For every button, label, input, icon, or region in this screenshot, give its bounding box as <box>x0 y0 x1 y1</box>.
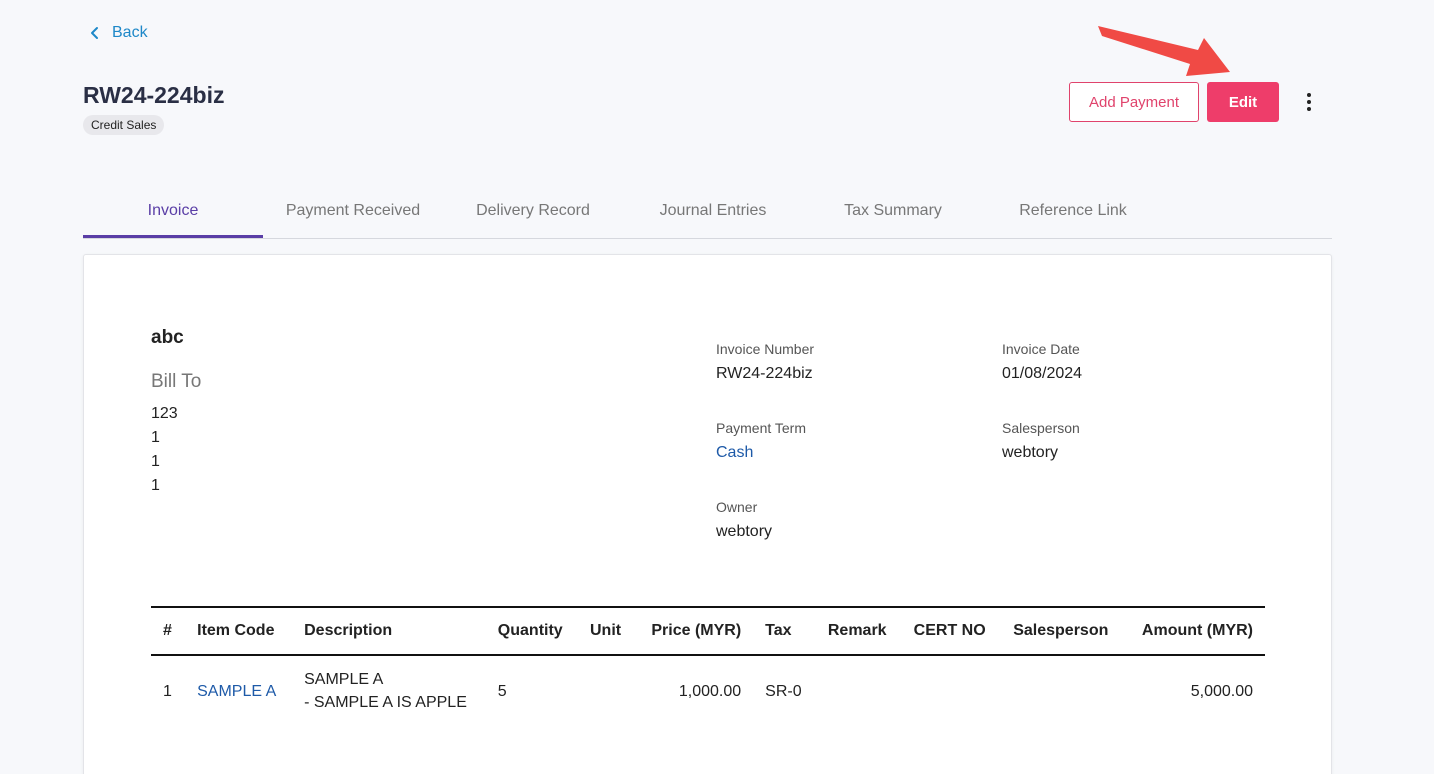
tab-journal-entries[interactable]: Journal Entries <box>623 190 803 238</box>
address-line: 1 <box>151 477 160 494</box>
salesperson-label: Salesperson <box>1002 420 1080 436</box>
invoice-date-label: Invoice Date <box>1002 341 1080 357</box>
col-index: # <box>163 622 172 639</box>
company-name: abc <box>151 327 184 348</box>
tab-reference-link[interactable]: Reference Link <box>983 190 1163 238</box>
payment-term-link[interactable]: Cash <box>716 444 806 462</box>
invoice-number-label: Invoice Number <box>716 341 815 357</box>
row-cert-no <box>902 655 1002 726</box>
row-price: 1,000.00 <box>678 682 742 700</box>
col-salesperson: Salesperson <box>1013 622 1109 639</box>
back-label: Back <box>112 24 148 41</box>
row-remark <box>816 655 902 726</box>
item-code-link[interactable]: SAMPLE A <box>185 655 292 726</box>
table-row: 1 SAMPLE A SAMPLE A - SAMPLE A IS APPLE … <box>151 655 1265 726</box>
tab-invoice[interactable]: Invoice <box>83 190 263 238</box>
col-item-code: Item Code <box>197 622 275 639</box>
col-tax: Tax <box>765 622 792 639</box>
row-salesperson <box>1001 655 1125 726</box>
address-line: 1 <box>151 453 160 470</box>
invoice-date-field: Invoice Date 01/08/2024 <box>1002 341 1082 383</box>
col-description: Description <box>304 622 393 639</box>
col-amount: Amount (MYR) <box>1141 622 1253 639</box>
description-line: - SAMPLE A IS APPLE <box>304 694 467 711</box>
owner-label: Owner <box>716 499 758 515</box>
invoice-number-field: Invoice Number RW24-224biz <box>716 341 814 383</box>
red-arrow-icon <box>1098 26 1230 76</box>
col-cert-no: CERT NO <box>913 622 986 639</box>
row-description: SAMPLE A - SAMPLE A IS APPLE <box>292 655 486 726</box>
invoice-date-value: 01/08/2024 <box>1002 365 1083 382</box>
tab-payment-received[interactable]: Payment Received <box>263 190 443 238</box>
payment-term-label: Payment Term <box>716 420 806 436</box>
salesperson-value: webtory <box>1002 444 1059 461</box>
address-line: 123 <box>151 405 178 422</box>
tab-tax-summary[interactable]: Tax Summary <box>803 190 983 238</box>
owner-field: Owner webtory <box>716 499 772 541</box>
tab-delivery-record[interactable]: Delivery Record <box>443 190 623 238</box>
address-line: 1 <box>151 429 160 446</box>
payment-term-field: Payment Term Cash <box>716 420 806 462</box>
bill-to-address: 123 1 1 1 <box>151 402 178 498</box>
col-price: Price (MYR) <box>651 622 742 639</box>
bill-to-label: Bill To <box>151 371 202 392</box>
owner-value: webtory <box>716 523 773 540</box>
row-amount: 5,000.00 <box>1190 682 1253 700</box>
more-options-icon[interactable] <box>1298 90 1320 114</box>
row-tax: SR-0 <box>765 682 802 700</box>
invoice-number-value: RW24-224biz <box>716 365 813 382</box>
back-link[interactable]: Back <box>88 24 148 42</box>
status-badge: Credit Sales <box>83 115 165 135</box>
col-quantity: Quantity <box>497 622 563 639</box>
line-items-table: # Item Code Description Quantity Unit Pr… <box>151 606 1265 726</box>
row-quantity: 5 <box>497 682 507 700</box>
page-title: RW24-224biz <box>83 82 225 108</box>
tab-bar: Invoice Payment Received Delivery Record… <box>83 190 1332 239</box>
row-unit <box>578 655 635 726</box>
add-payment-button[interactable]: Add Payment <box>1069 82 1199 122</box>
salesperson-field: Salesperson webtory <box>1002 420 1080 462</box>
col-unit: Unit <box>589 622 622 639</box>
col-remark: Remark <box>827 622 887 639</box>
description-line: SAMPLE A <box>304 671 384 688</box>
table-header-row: # Item Code Description Quantity Unit Pr… <box>151 607 1265 655</box>
edit-button[interactable]: Edit <box>1207 82 1279 122</box>
row-index: 1 <box>163 682 172 700</box>
chevron-left-icon <box>91 27 98 39</box>
invoice-card: abc Bill To 123 1 1 1 Invoice Number RW2… <box>83 254 1332 774</box>
